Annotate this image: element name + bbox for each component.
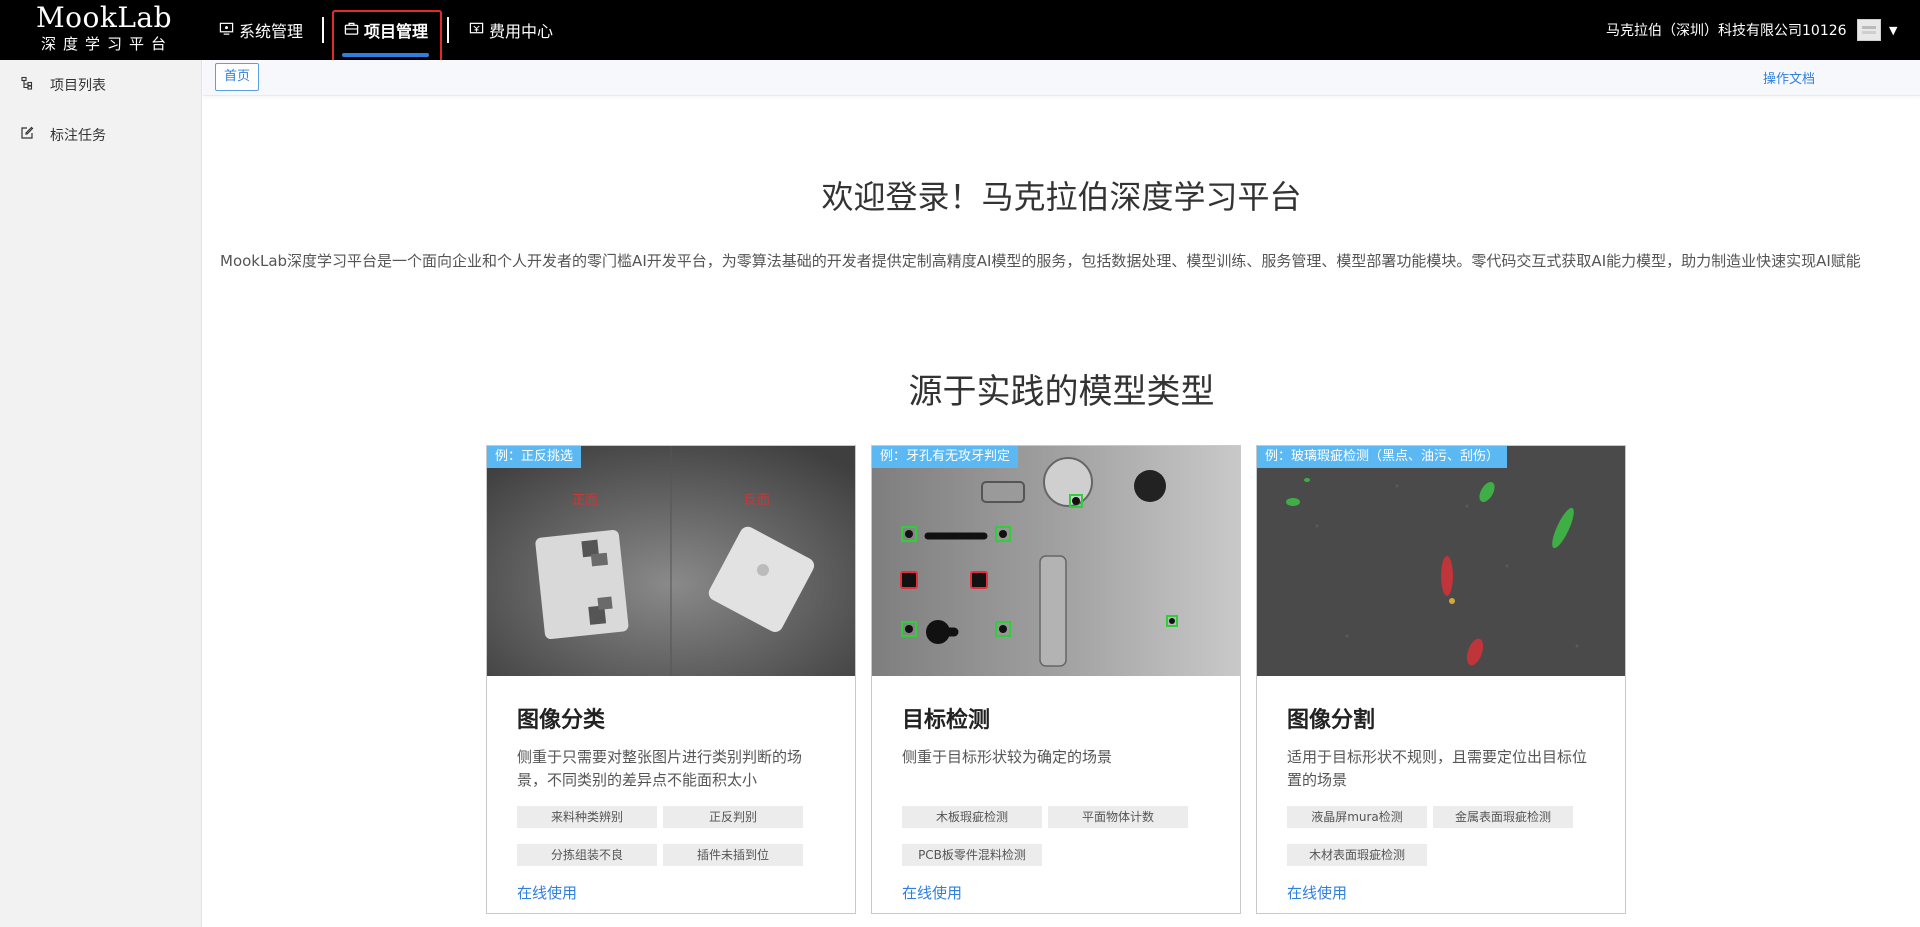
tab-home[interactable]: 首页 bbox=[215, 63, 260, 91]
briefcase-icon bbox=[344, 21, 359, 40]
use-case-chips: 液晶屏mura检测 金属表面瑕疵检测 木材表面瑕疵检测 bbox=[1287, 806, 1587, 872]
sidebar-item-label: 标注任务 bbox=[50, 128, 106, 144]
model-card-detection: 例：牙孔有无攻牙判定 目标检测 侧重于目标形状较为确定的场景 木板瑕疵检测 平面… bbox=[871, 445, 1241, 914]
top-navbar: MookLab 深度学习平台 系统管理 项目管理 费用中心 马克拉伯（深圳）科技… bbox=[0, 0, 1920, 64]
use-case-chip: 金属表面瑕疵检测 bbox=[1433, 806, 1573, 828]
model-card-classification: 正面 反面 例：正反挑选 图像分类 侧重于只需要对整张图片进行类别判断的场景，不… bbox=[486, 445, 856, 914]
platform-intro: MookLab深度学习平台是一个面向企业和个人开发者的零门槛AI开发平台，为零算… bbox=[220, 252, 1861, 270]
card-description: 侧重于只需要对整张图片进行类别判断的场景，不同类别的差异点不能面积太小 bbox=[517, 748, 803, 789]
card-example-tag: 例：玻璃瑕疵检测（黑点、油污、刮伤） bbox=[1257, 446, 1508, 468]
use-case-chip: 插件未插到位 bbox=[663, 844, 803, 866]
use-online-link[interactable]: 在线使用 bbox=[902, 882, 1210, 903]
edit-icon bbox=[20, 126, 50, 144]
label-back: 反面 bbox=[744, 493, 770, 508]
section-title: 源于实践的模型类型 bbox=[908, 372, 1215, 412]
sidebar: 项目列表 标注任务 bbox=[0, 60, 202, 927]
sidebar-item-project-list[interactable]: 项目列表 bbox=[0, 60, 201, 110]
card-description: 侧重于目标形状较为确定的场景 bbox=[902, 748, 1113, 766]
use-case-chips: 木板瑕疵检测 平面物体计数 PCB板零件混料检测 bbox=[902, 806, 1202, 872]
detection-sample-image bbox=[872, 446, 1240, 676]
nav-label: 项目管理 bbox=[364, 22, 429, 41]
use-case-chip: 正反判别 bbox=[663, 806, 803, 828]
nav-project-management[interactable]: 项目管理 bbox=[344, 0, 428, 60]
use-online-link[interactable]: 在线使用 bbox=[1287, 882, 1595, 903]
use-case-chip: 木材表面瑕疵检测 bbox=[1287, 844, 1427, 866]
use-case-chip: 来料种类辨别 bbox=[517, 806, 657, 828]
use-case-chip: 木板瑕疵检测 bbox=[902, 806, 1042, 828]
sidebar-item-annotation-tasks[interactable]: 标注任务 bbox=[0, 110, 201, 160]
nav-label: 系统管理 bbox=[239, 22, 304, 41]
active-nav-indicator bbox=[342, 53, 429, 57]
brand-title: MookLab bbox=[35, 1, 173, 34]
operation-docs-link[interactable]: 操作文档 bbox=[1763, 68, 1815, 87]
sidebar-item-label: 项目列表 bbox=[50, 78, 106, 94]
use-case-chips: 来料种类辨别 正反判别 分拣组装不良 插件未插到位 bbox=[517, 806, 817, 872]
card-image-detection: 例：牙孔有无攻牙判定 bbox=[872, 446, 1240, 676]
welcome-heading: 欢迎登录！马克拉伯深度学习平台 bbox=[821, 178, 1302, 216]
brand-logo[interactable]: MookLab 深度学习平台 bbox=[24, 2, 184, 58]
company-name: 马克拉伯（深圳）科技有限公司10126 bbox=[1606, 23, 1847, 39]
card-title: 目标检测 bbox=[902, 708, 991, 733]
card-image-classification: 正面 反面 例：正反挑选 bbox=[487, 446, 855, 676]
nav-divider bbox=[447, 17, 449, 43]
nav-divider bbox=[322, 17, 324, 43]
avatar[interactable] bbox=[1857, 19, 1881, 41]
card-image-segmentation: 例：玻璃瑕疵检测（黑点、油污、刮伤） bbox=[1257, 446, 1625, 676]
chevron-down-icon[interactable]: ▼ bbox=[1889, 24, 1897, 37]
card-example-tag: 例：牙孔有无攻牙判定 bbox=[872, 446, 1019, 468]
tab-bar: 首页 操作文档 bbox=[203, 60, 1920, 96]
nav-label: 费用中心 bbox=[489, 22, 554, 41]
bill-icon bbox=[469, 21, 484, 40]
nav-system-management[interactable]: 系统管理 bbox=[219, 0, 303, 60]
monitor-icon bbox=[219, 21, 234, 40]
model-card-segmentation: 例：玻璃瑕疵检测（黑点、油污、刮伤） 图像分割 适用于目标形状不规则，且需要定位… bbox=[1256, 445, 1626, 914]
classification-sample-image: 正面 反面 bbox=[487, 446, 855, 676]
use-case-chip: 平面物体计数 bbox=[1048, 806, 1188, 828]
label-front: 正面 bbox=[572, 493, 598, 508]
card-description: 适用于目标形状不规则，且需要定位出目标位置的场景 bbox=[1287, 748, 1588, 789]
card-title: 图像分类 bbox=[517, 708, 606, 733]
use-case-chip: 分拣组装不良 bbox=[517, 844, 657, 866]
card-title: 图像分割 bbox=[1287, 708, 1376, 733]
brand-subtitle: 深度学习平台 bbox=[40, 35, 173, 53]
use-online-link[interactable]: 在线使用 bbox=[517, 882, 825, 903]
segmentation-sample-image bbox=[1257, 446, 1625, 676]
nav-billing-center[interactable]: 费用中心 bbox=[469, 0, 553, 60]
use-case-chip: PCB板零件混料检测 bbox=[902, 844, 1042, 866]
use-case-chip: 液晶屏mura检测 bbox=[1287, 806, 1427, 828]
card-example-tag: 例：正反挑选 bbox=[487, 446, 582, 468]
project-list-icon bbox=[20, 76, 50, 94]
